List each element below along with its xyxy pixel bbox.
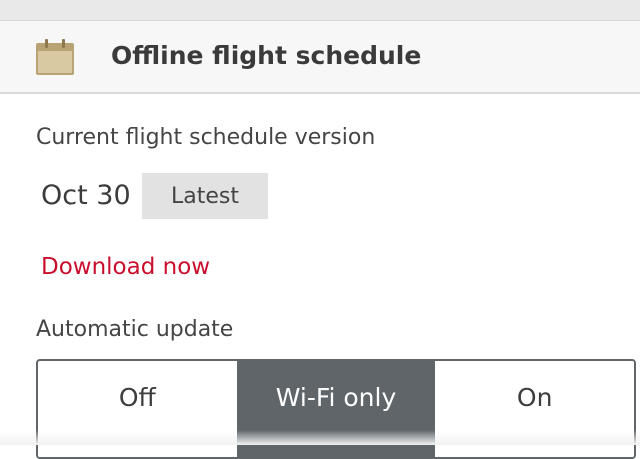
- header-bar: Offline flight schedule: [0, 21, 640, 94]
- latest-badge: Latest: [142, 173, 268, 219]
- page-title: Offline flight schedule: [111, 41, 422, 70]
- schedule-version-date: Oct 30: [41, 180, 131, 211]
- calendar-icon: [36, 39, 74, 75]
- automatic-update-label: Automatic update: [36, 317, 234, 342]
- download-now-link[interactable]: Download now: [41, 254, 210, 282]
- schedule-version-label: Current flight schedule version: [36, 125, 376, 150]
- top-strip: [0, 0, 640, 21]
- bottom-edge: [0, 430, 640, 445]
